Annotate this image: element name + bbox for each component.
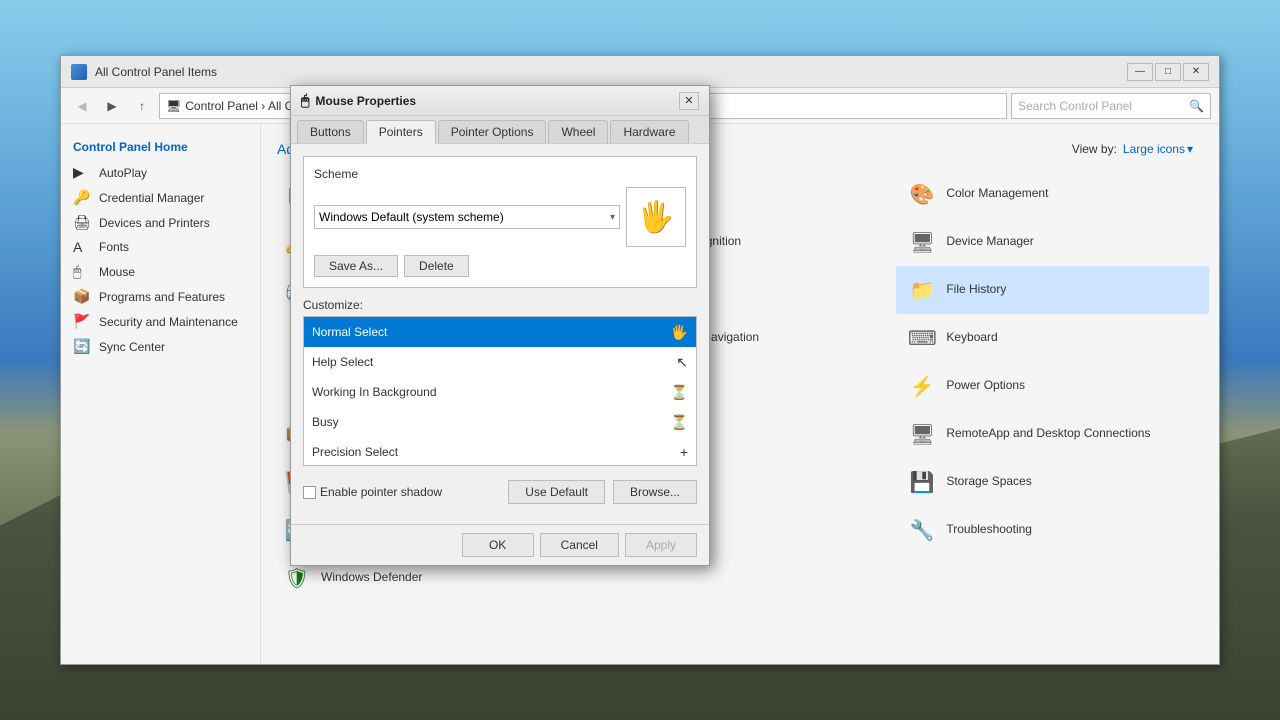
cursor-icon-precision: + — [680, 444, 688, 460]
cursor-item-precision[interactable]: Precision Select + — [304, 437, 696, 466]
apply-button[interactable]: Apply — [625, 533, 697, 557]
tab-pointers[interactable]: Pointers — [366, 120, 436, 144]
cursor-list-container: Normal Select 🖐 Help Select ↖ Working In… — [303, 316, 697, 474]
cursor-preview-icon: 🖐 — [637, 200, 674, 235]
customize-label: Customize: — [303, 298, 697, 312]
dialog-title: 🖱 Mouse Properties — [301, 92, 416, 109]
dialog-tabs: Buttons Pointers Pointer Options Wheel H… — [291, 116, 709, 144]
save-as-button[interactable]: Save As... — [314, 255, 398, 277]
dialog-overlay: 🖱 Mouse Properties ✕ Buttons Pointers Po… — [0, 0, 1280, 720]
cursor-icon-help: ↖ — [676, 354, 688, 371]
cursor-icon-busy: ⏳ — [671, 414, 688, 431]
scheme-value: Windows Default (system scheme) — [319, 210, 504, 224]
scheme-row: Windows Default (system scheme) ▾ 🖐 — [314, 187, 686, 247]
scheme-buttons: Save As... Delete — [314, 255, 686, 277]
browse-button[interactable]: Browse... — [613, 480, 697, 504]
cursor-name-working: Working In Background — [312, 385, 659, 399]
tab-buttons[interactable]: Buttons — [297, 120, 364, 143]
scheme-arrow-icon: ▾ — [610, 212, 615, 223]
cursor-item-working[interactable]: Working In Background ⏳ — [304, 377, 696, 407]
cancel-button[interactable]: Cancel — [540, 533, 619, 557]
dialog-close-button[interactable]: ✕ — [679, 92, 699, 110]
cursor-icon-normal: 🖐 — [671, 324, 688, 341]
use-default-button[interactable]: Use Default — [508, 480, 605, 504]
cursor-item-busy[interactable]: Busy ⏳ — [304, 407, 696, 437]
scheme-section: Scheme Windows Default (system scheme) ▾… — [303, 156, 697, 288]
cursor-preview: 🖐 — [626, 187, 686, 247]
cursor-name-normal: Normal Select — [312, 325, 659, 339]
cursor-name-busy: Busy — [312, 415, 659, 429]
tab-hardware[interactable]: Hardware — [610, 120, 688, 143]
dialog-title-text: Mouse Properties — [315, 94, 416, 108]
tab-pointer-options[interactable]: Pointer Options — [438, 120, 547, 143]
dialog-body: Scheme Windows Default (system scheme) ▾… — [291, 144, 709, 524]
dialog-footer: OK Cancel Apply — [291, 524, 709, 565]
pointer-shadow-checkbox[interactable] — [303, 486, 316, 499]
cursor-name-help: Help Select — [312, 355, 664, 369]
cursor-item-help[interactable]: Help Select ↖ — [304, 347, 696, 377]
cursor-name-precision: Precision Select — [312, 445, 668, 459]
cursor-list[interactable]: Normal Select 🖐 Help Select ↖ Working In… — [303, 316, 697, 466]
delete-button[interactable]: Delete — [404, 255, 469, 277]
scheme-label: Scheme — [314, 167, 686, 181]
pointer-shadow-label: Enable pointer shadow — [320, 485, 442, 499]
mouse-properties-dialog: 🖱 Mouse Properties ✕ Buttons Pointers Po… — [290, 85, 710, 566]
cursor-action-buttons: Use Default Browse... — [508, 480, 697, 504]
scheme-dropdown[interactable]: Windows Default (system scheme) ▾ — [314, 205, 620, 229]
dialog-title-icon: 🖱 — [301, 92, 309, 109]
dialog-titlebar: 🖱 Mouse Properties ✕ — [291, 86, 709, 116]
ok-button[interactable]: OK — [462, 533, 534, 557]
tab-wheel[interactable]: Wheel — [548, 120, 608, 143]
cursor-options: Enable pointer shadow Use Default Browse… — [303, 480, 697, 504]
cursor-icon-working: ⏳ — [671, 384, 688, 401]
pointer-shadow-checkbox-container: Enable pointer shadow — [303, 485, 442, 499]
cursor-item-normal[interactable]: Normal Select 🖐 — [304, 317, 696, 347]
